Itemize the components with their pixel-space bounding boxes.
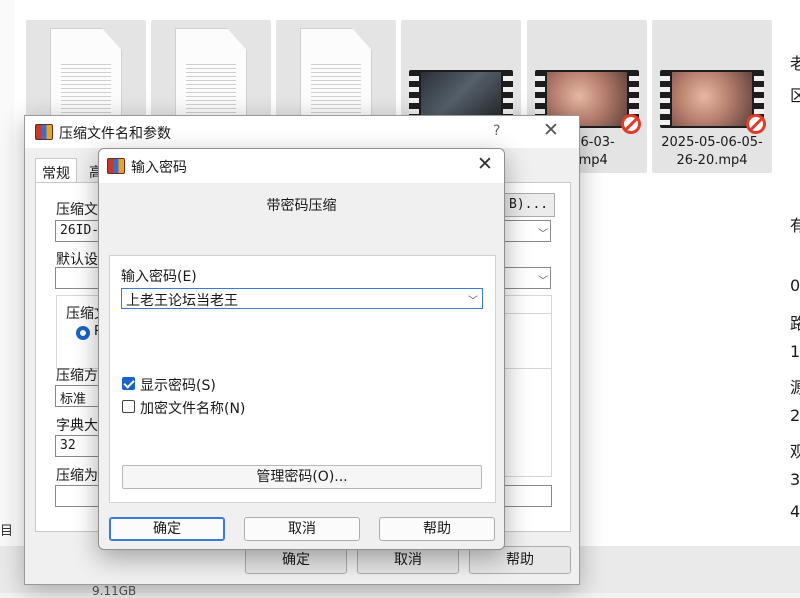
compression-method-label: 压缩方 (56, 368, 98, 384)
ok-button[interactable]: 确定 (109, 517, 225, 541)
dialog-title: 压缩文件名和参数 (59, 126, 171, 142)
help-button[interactable]: 帮助 (469, 546, 571, 574)
browse-button[interactable]: B)... (502, 193, 556, 217)
cancel-button[interactable]: 取消 (244, 517, 360, 541)
cancel-button[interactable]: 取消 (357, 546, 459, 574)
video-thumbnail-icon (660, 70, 766, 134)
side-text-line: 1 (790, 342, 800, 361)
dialog-titlebar: 输入密码 ✕ (99, 149, 504, 183)
encrypt-file-names-checkbox[interactable] (122, 400, 135, 413)
file-tile-video-3[interactable]: 2025-05-06-05- 26-20.mp4 (652, 20, 772, 173)
blocked-badge-icon (746, 114, 766, 134)
side-text-line: 3 (790, 470, 800, 489)
close-icon[interactable]: ✕ (477, 153, 493, 175)
side-text-line: 4 (790, 502, 800, 521)
default-settings-label: 默认设 (56, 252, 98, 268)
split-volumes-label: 压缩为 (56, 468, 98, 484)
chevron-down-icon[interactable]: ﹀ (538, 272, 548, 287)
side-text-line: 老 (790, 54, 800, 73)
dictionary-size-label: 字典大 (56, 418, 98, 434)
show-password-checkbox[interactable] (122, 377, 135, 390)
help-button[interactable]: 帮助 (379, 517, 495, 541)
side-text-line: 路 (790, 314, 800, 333)
side-text-line: 观 (790, 442, 800, 461)
show-password-label: 显示密码(S) (140, 378, 216, 394)
document-icon (50, 28, 122, 122)
ok-button[interactable]: 确定 (245, 546, 347, 574)
chevron-down-icon[interactable]: ﹀ (468, 292, 478, 307)
encrypt-file-names-label: 加密文件名称(N) (140, 401, 246, 417)
navigation-pane-edge (0, 0, 14, 546)
document-icon (175, 28, 247, 122)
blocked-badge-icon (621, 114, 641, 134)
manage-passwords-button[interactable]: 管理密码(O)... (122, 465, 482, 489)
file-name: 2025-05-06-05- 26-20.mp4 (661, 135, 763, 168)
status-item-label: 目 (0, 524, 14, 539)
winrar-icon (107, 158, 125, 174)
dialog-heading: 带密码压缩 (266, 198, 337, 214)
dialog-title: 输入密码 (131, 160, 187, 176)
format-rar-radio[interactable] (76, 326, 90, 340)
dialog-titlebar: 压缩文件名和参数 ? ✕ (25, 116, 579, 148)
side-text-line: 0 (790, 276, 800, 295)
password-label: 输入密码(E) (121, 269, 197, 285)
password-input[interactable]: 上老王论坛当老王 (121, 288, 483, 309)
side-text-line: 2 (790, 406, 800, 425)
close-icon[interactable]: ✕ (543, 119, 559, 141)
tab-general[interactable]: 常规 (35, 158, 77, 184)
status-size-text: 9.11GB (92, 584, 137, 598)
document-icon (300, 28, 372, 122)
chevron-down-icon[interactable]: ﹀ (538, 225, 548, 240)
winrar-icon (35, 124, 53, 140)
side-text-line: 区 (790, 86, 800, 105)
help-icon[interactable]: ? (493, 123, 500, 139)
side-text-line: 源 (790, 378, 800, 397)
enter-password-dialog: 输入密码 ✕ 带密码压缩 输入密码(E) 上老王论坛当老王 ﹀ 显示密码(S) … (98, 148, 505, 550)
side-text-line: 有 (790, 216, 800, 235)
